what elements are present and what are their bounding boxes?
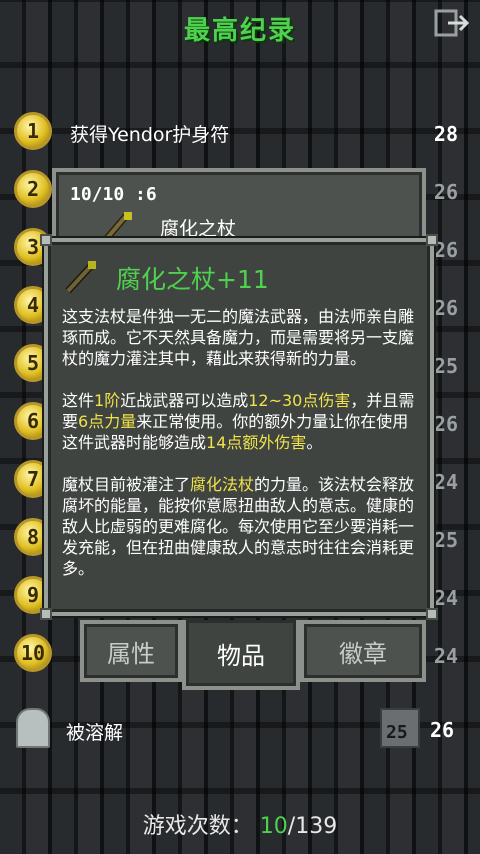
rank-medal: 1 bbox=[14, 112, 52, 150]
record-text: 获得Yendor护身符 bbox=[70, 124, 230, 146]
rank-medal: 10 bbox=[14, 634, 52, 672]
description-paragraph-2: 这件1阶近战武器可以造成12~30点伤害，并且需要6点力量来正常使用。你的额外力… bbox=[62, 391, 415, 452]
window-corner bbox=[40, 234, 52, 246]
games-count-label: 游戏次数： bbox=[142, 814, 253, 839]
item-description: 这支法杖是件独一无二的魔法武器，由法师亲自雕琢而成。它不天然具备魔力，而是需要将… bbox=[62, 306, 424, 600]
slot-header: 10/10 :6 bbox=[70, 184, 157, 205]
record-score: 24 bbox=[433, 644, 458, 668]
dissolved-score: 26 bbox=[430, 718, 455, 742]
item-info-window: 腐化之杖+11 这支法杖是件独一无二的魔法武器，由法师亲自雕琢而成。它不天然具备… bbox=[40, 234, 438, 620]
window-corner bbox=[40, 608, 52, 620]
record-score: 26 bbox=[433, 180, 458, 204]
record-score: 25 bbox=[433, 528, 458, 552]
rank-medal: 2 bbox=[14, 170, 52, 208]
record-score: 28 bbox=[433, 122, 458, 146]
level-block: 25 bbox=[380, 708, 420, 748]
level-value: 25 bbox=[386, 722, 408, 743]
slot-item-name: 腐化之杖 bbox=[160, 218, 237, 240]
exit-icon[interactable] bbox=[434, 8, 470, 38]
record-score: 26 bbox=[433, 412, 458, 436]
record-score: 25 bbox=[433, 354, 458, 378]
description-paragraph-3: 魔杖目前被灌注了腐化法杖的力量。该法杖会释放腐坏的能量，能按你意愿扭曲敌人的意志… bbox=[62, 475, 415, 578]
record-row[interactable]: 1 获得Yendor护身符 28 bbox=[0, 106, 480, 164]
games-count-current: 10 bbox=[259, 814, 288, 839]
games-count: 游戏次数： 10/139 bbox=[0, 808, 480, 840]
tab-badges[interactable]: 徽章 bbox=[300, 620, 426, 682]
record-score: 24 bbox=[433, 470, 458, 494]
record-score: 26 bbox=[433, 296, 458, 320]
tab-stats[interactable]: 属性 bbox=[80, 620, 182, 682]
description-paragraph-1: 这支法杖是件独一无二的魔法武器，由法师亲自雕琢而成。它不天然具备魔力，而是需要将… bbox=[62, 307, 415, 368]
window-corner bbox=[426, 608, 438, 620]
record-score: 24 bbox=[433, 586, 458, 610]
window-corner bbox=[426, 234, 438, 246]
item-title: 腐化之杖+11 bbox=[116, 265, 269, 294]
tab-items[interactable]: 物品 bbox=[182, 620, 300, 690]
tombstone-icon bbox=[16, 708, 50, 748]
page-title: 最高纪录 bbox=[183, 16, 296, 46]
games-count-total: /139 bbox=[287, 814, 338, 839]
dissolved-label: 被溶解 bbox=[66, 722, 124, 744]
wand-icon bbox=[65, 261, 96, 294]
